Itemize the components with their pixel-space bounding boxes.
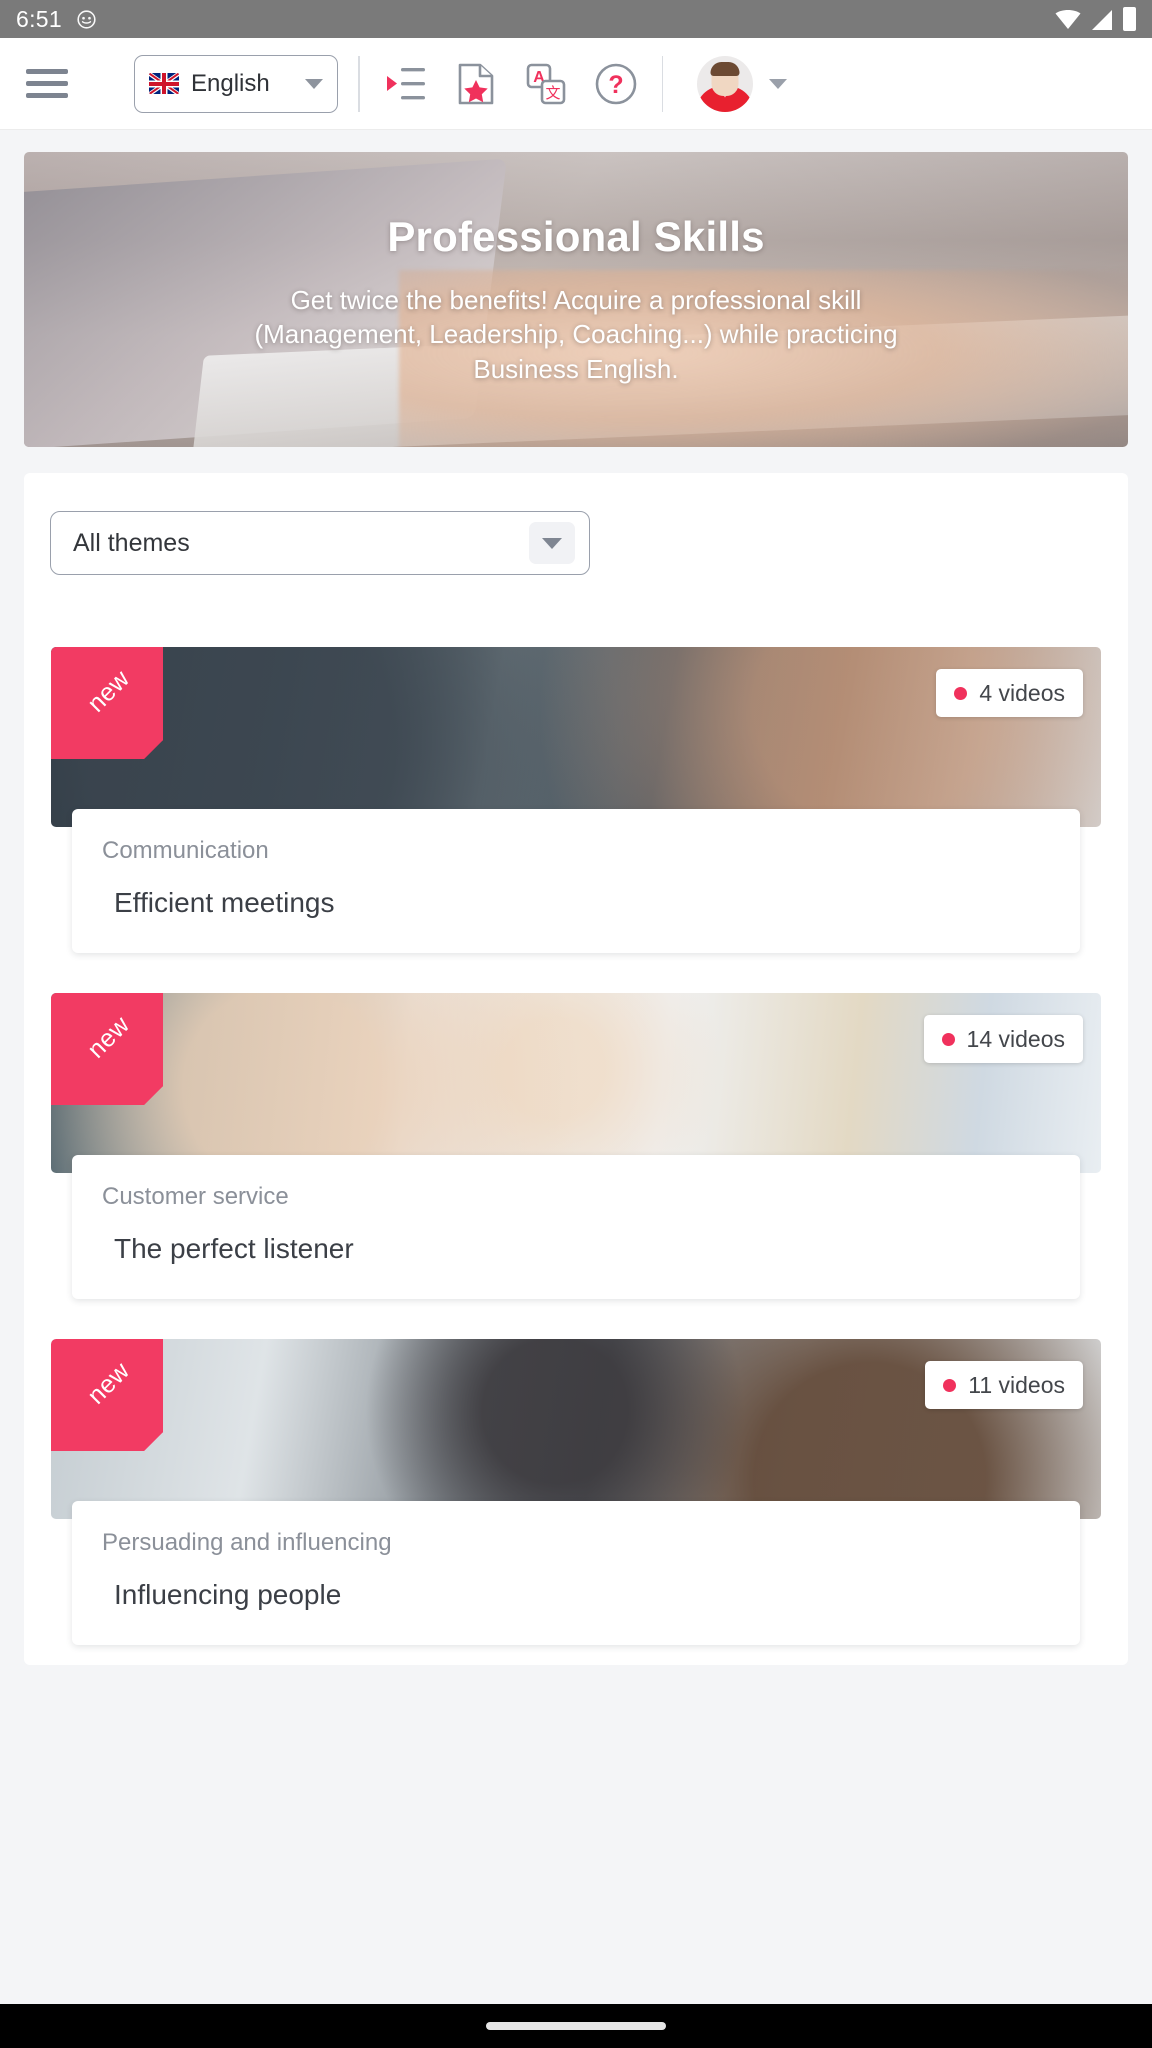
svg-text:?: ? bbox=[608, 71, 623, 99]
new-badge: new bbox=[51, 1339, 163, 1451]
status-bar: 6:51 bbox=[0, 0, 1152, 38]
face-emoji-icon bbox=[76, 9, 97, 30]
new-badge: new bbox=[51, 647, 163, 759]
wifi-icon bbox=[1055, 9, 1081, 29]
help-icon[interactable]: ? bbox=[590, 58, 642, 110]
video-dot-icon bbox=[954, 686, 968, 700]
system-navigation-bar bbox=[0, 2004, 1152, 2048]
hero-subtitle: Get twice the benefits! Acquire a profes… bbox=[254, 285, 898, 384]
translate-icon[interactable]: A 文 bbox=[520, 58, 572, 110]
course-card-list: new 4 videos Communication Efficient mee… bbox=[50, 647, 1102, 1645]
page-title: Professional Skills bbox=[387, 213, 765, 261]
theme-filter-dropdown[interactable]: All themes bbox=[50, 511, 590, 575]
language-selector[interactable]: English bbox=[134, 54, 338, 113]
video-count-label: 11 videos bbox=[968, 1371, 1065, 1398]
video-count-badge: 14 videos bbox=[923, 1015, 1083, 1063]
svg-text:文: 文 bbox=[545, 85, 560, 102]
chevron-down-icon bbox=[542, 537, 562, 549]
course-thumbnail: new 14 videos bbox=[51, 993, 1101, 1173]
cellular-signal-icon bbox=[1090, 9, 1114, 30]
video-count-badge: 4 videos bbox=[936, 669, 1083, 717]
home-indicator[interactable] bbox=[486, 2022, 666, 2030]
course-card-body[interactable]: Persuading and influencing Influencing p… bbox=[72, 1501, 1080, 1645]
status-time: 6:51 bbox=[16, 5, 62, 32]
chevron-down-icon bbox=[769, 78, 787, 89]
hamburger-menu-icon[interactable] bbox=[26, 69, 68, 98]
account-menu[interactable] bbox=[697, 55, 787, 112]
hero-banner: Professional Skills Get twice the benefi… bbox=[24, 152, 1128, 447]
course-card-body[interactable]: Communication Efficient meetings bbox=[72, 809, 1080, 953]
course-thumbnail: new 4 videos bbox=[51, 647, 1101, 827]
document-star-icon[interactable] bbox=[450, 58, 502, 110]
course-category: Communication bbox=[102, 837, 269, 864]
course-title: The perfect listener bbox=[114, 1233, 354, 1264]
avatar bbox=[697, 55, 753, 112]
course-card[interactable]: new 14 videos Customer service The perfe… bbox=[50, 993, 1102, 1299]
header-divider bbox=[358, 55, 360, 112]
status-icons bbox=[1055, 7, 1136, 31]
course-title: Efficient meetings bbox=[114, 887, 335, 918]
app-header: English A 文 ? bbox=[0, 38, 1152, 130]
header-divider-2 bbox=[661, 55, 663, 112]
hero-content: Professional Skills Get twice the benefi… bbox=[24, 152, 1128, 447]
chevron-down-icon bbox=[305, 78, 323, 89]
course-card[interactable]: new 11 videos Persuading and influencing… bbox=[50, 1339, 1102, 1645]
uk-flag-icon bbox=[149, 73, 179, 94]
app-screen: 6:51 English A 文 ? Professional Skills G… bbox=[0, 0, 1152, 2048]
course-category: Customer service bbox=[102, 1183, 289, 1210]
course-category: Persuading and influencing bbox=[102, 1529, 392, 1556]
new-badge: new bbox=[51, 993, 163, 1105]
theme-filter-value: All themes bbox=[73, 528, 190, 557]
video-count-label: 14 videos bbox=[966, 1025, 1065, 1052]
theme-filter-toggle[interactable] bbox=[529, 522, 575, 564]
video-count-label: 4 videos bbox=[979, 679, 1065, 706]
course-card[interactable]: new 4 videos Communication Efficient mee… bbox=[50, 647, 1102, 953]
course-card-body[interactable]: Customer service The perfect listener bbox=[72, 1155, 1080, 1299]
content-panel: All themes new 4 videos Communication Ef… bbox=[24, 473, 1128, 1665]
course-title: Influencing people bbox=[114, 1579, 342, 1610]
video-dot-icon bbox=[943, 1378, 957, 1392]
playlist-icon[interactable] bbox=[380, 58, 432, 110]
video-dot-icon bbox=[941, 1032, 955, 1046]
header-tools: A 文 ? bbox=[380, 58, 642, 110]
course-thumbnail: new 11 videos bbox=[51, 1339, 1101, 1519]
language-label: English bbox=[191, 69, 270, 97]
video-count-badge: 11 videos bbox=[925, 1361, 1083, 1409]
battery-icon bbox=[1123, 7, 1136, 31]
